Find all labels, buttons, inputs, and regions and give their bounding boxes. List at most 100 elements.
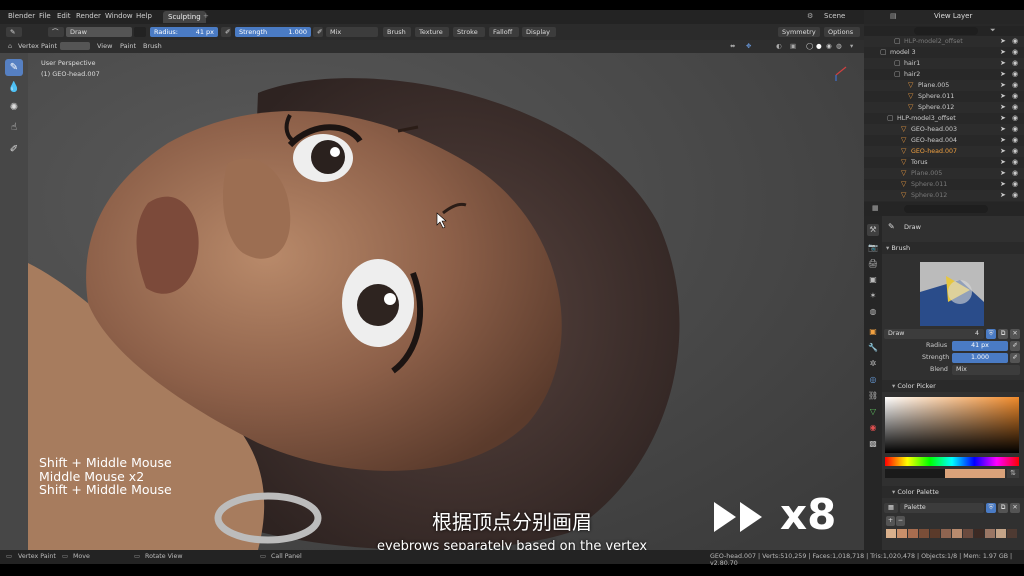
radius-prop-pressure-icon[interactable]: ✐ [1010, 341, 1020, 351]
visibility-eye-icon[interactable]: ◉ [1012, 36, 1018, 47]
outliner-row[interactable]: ▽ Torus ➤ ◉ [864, 157, 1024, 168]
visibility-eye-icon[interactable]: ◉ [1012, 113, 1018, 124]
menu-edit[interactable]: Edit [57, 12, 71, 20]
visibility-eye-icon[interactable]: ◉ [1012, 179, 1018, 190]
select-toggle-icon[interactable]: ➤ [1000, 91, 1006, 102]
outliner-row[interactable]: ▽ Sphere.011 ➤ ◉ [864, 91, 1024, 102]
visibility-eye-icon[interactable]: ◉ [1012, 47, 1018, 58]
visibility-eye-icon[interactable]: ◉ [1012, 69, 1018, 80]
properties-editor-icon[interactable]: ▦ [872, 204, 879, 212]
add-workspace-button[interactable]: + [203, 12, 209, 20]
average-tool-icon[interactable]: ✺ [5, 99, 23, 116]
shading-render-icon[interactable]: ◍ [836, 42, 842, 50]
symmetry-menu[interactable]: Symmetry [778, 27, 820, 37]
blend-dropdown[interactable]: Mix [326, 27, 378, 37]
mask-toggle[interactable] [60, 42, 90, 50]
outliner-row[interactable]: ▢ model 3 ➤ ◉ [864, 47, 1024, 58]
select-toggle-icon[interactable]: ➤ [1000, 190, 1006, 201]
secondary-color-swatch[interactable] [885, 469, 945, 478]
draw-tool-icon[interactable]: ✎ [5, 59, 23, 76]
tool-type-icon[interactable]: ✎ [6, 27, 22, 37]
visibility-eye-icon[interactable]: ◉ [1012, 157, 1018, 168]
visibility-eye-icon[interactable]: ◉ [1012, 190, 1018, 201]
select-toggle-icon[interactable]: ➤ [1000, 179, 1006, 190]
view-layer-tab-icon[interactable]: ▣ [867, 274, 879, 286]
swap-colors-icon[interactable]: ⇅ [1007, 469, 1019, 478]
outliner-row[interactable]: ▽ GEO-head.004 ➤ ◉ [864, 135, 1024, 146]
select-toggle-icon[interactable]: ➤ [1000, 113, 1006, 124]
visibility-eye-icon[interactable]: ◉ [1012, 124, 1018, 135]
paint-menu[interactable]: Paint [120, 42, 136, 50]
brush-color-swatch[interactable] [134, 27, 146, 37]
tool-tab-icon[interactable]: ⚒ [867, 224, 879, 236]
visibility-eye-icon[interactable]: ◉ [1012, 91, 1018, 102]
select-toggle-icon[interactable]: ➤ [1000, 168, 1006, 179]
outliner-row[interactable]: ▢ HLP-model3_offset ➤ ◉ [864, 113, 1024, 124]
select-toggle-icon[interactable]: ➤ [1000, 146, 1006, 157]
select-toggle-icon[interactable]: ➤ [1000, 47, 1006, 58]
filter-icon[interactable]: ⏷ [990, 26, 996, 35]
duplicate-brush-icon[interactable]: ⧉ [998, 329, 1008, 339]
select-toggle-icon[interactable]: ➤ [1000, 124, 1006, 135]
outliner-row[interactable]: ▽ Sphere.012 ➤ ◉ [864, 102, 1024, 113]
object-tab-icon[interactable]: ▣ [867, 326, 879, 338]
texture-tab-icon[interactable]: ▩ [867, 438, 879, 450]
select-toggle-icon[interactable]: ➤ [1000, 135, 1006, 146]
radius-prop-slider[interactable]: 41 px [952, 341, 1008, 351]
physics-tab-icon[interactable]: ◎ [867, 374, 879, 386]
outliner-row[interactable]: ▽ GEO-head.003 ➤ ◉ [864, 124, 1024, 135]
scene-selector[interactable]: Scene [824, 12, 845, 20]
brush-datablock-field[interactable]: Draw [884, 329, 972, 339]
xray-icon[interactable]: ▣ [790, 42, 796, 50]
fake-user-icon[interactable]: ⛨ [986, 329, 996, 339]
outliner-row[interactable]: ▽ Plane.005 ➤ ◉ [864, 80, 1024, 91]
brush-preview[interactable] [920, 262, 984, 326]
data-tab-icon[interactable]: ▽ [867, 406, 879, 418]
outliner-row[interactable]: ▽ Sphere.011 ➤ ◉ [864, 179, 1024, 190]
visibility-eye-icon[interactable]: ◉ [1012, 168, 1018, 179]
brush-name-field[interactable]: Draw [66, 27, 132, 37]
primary-color-swatch[interactable] [945, 469, 1005, 478]
outliner-search-input[interactable] [914, 27, 978, 35]
visibility-eye-icon[interactable]: ◉ [1012, 135, 1018, 146]
mode-selector[interactable]: Vertex Paint [18, 42, 57, 50]
modifier-tab-icon[interactable]: 🔧 [867, 342, 879, 354]
texture-menu[interactable]: Texture [415, 27, 449, 37]
select-toggle-icon[interactable]: ➤ [1000, 102, 1006, 113]
viewport-gizmo-icon[interactable]: ⬌ [730, 42, 735, 50]
blend-prop-dropdown[interactable]: Mix [952, 365, 1020, 375]
menu-help[interactable]: Help [136, 12, 152, 20]
brush-menu[interactable]: Brush [383, 27, 411, 37]
smear-tool-icon[interactable]: ☝ [5, 119, 23, 136]
shading-material-icon[interactable]: ◉ [826, 42, 832, 50]
outliner-row[interactable]: ▽ Sphere.012 ➤ ◉ [864, 190, 1024, 201]
outliner-row[interactable]: ▽ Plane.005 ➤ ◉ [864, 168, 1024, 179]
color-picker-section-header[interactable]: ▾ Color Picker [882, 380, 1024, 392]
falloff-menu[interactable]: Falloff [489, 27, 519, 37]
display-menu[interactable]: Display [522, 27, 556, 37]
select-toggle-icon[interactable]: ➤ [1000, 58, 1006, 69]
output-tab-icon[interactable]: 🖨 [867, 258, 879, 270]
constraints-tab-icon[interactable]: ⛓ [867, 390, 879, 402]
stroke-menu[interactable]: Stroke [453, 27, 485, 37]
brush-view-menu[interactable]: Brush [143, 42, 162, 50]
transform-icon[interactable]: ✥ [746, 42, 751, 50]
annotate-tool-icon[interactable]: ✐ [5, 141, 23, 158]
particles-tab-icon[interactable]: ✲ [867, 358, 879, 370]
scene-tab-icon[interactable]: ✶ [867, 290, 879, 302]
brush-icon[interactable]: ⌒ [48, 27, 64, 37]
tab-sculpting[interactable]: Sculpting [163, 11, 206, 23]
world-tab-icon[interactable]: ◍ [867, 306, 879, 318]
outliner-row[interactable]: ▢ HLP-model2_offset ➤ ◉ [864, 36, 1024, 47]
menu-file[interactable]: File [39, 12, 51, 20]
overlay-icon[interactable]: ◐ [776, 42, 782, 50]
select-toggle-icon[interactable]: ➤ [1000, 80, 1006, 91]
select-toggle-icon[interactable]: ➤ [1000, 157, 1006, 168]
visibility-eye-icon[interactable]: ◉ [1012, 58, 1018, 69]
render-tab-icon[interactable]: 📷 [867, 242, 879, 254]
material-tab-icon[interactable]: ◉ [867, 422, 879, 434]
view-menu[interactable]: View [97, 42, 112, 50]
select-toggle-icon[interactable]: ➤ [1000, 36, 1006, 47]
outliner-row[interactable]: ▽ GEO-head.007 ➤ ◉ [864, 146, 1024, 157]
strength-prop-slider[interactable]: 1.000 [952, 353, 1008, 363]
